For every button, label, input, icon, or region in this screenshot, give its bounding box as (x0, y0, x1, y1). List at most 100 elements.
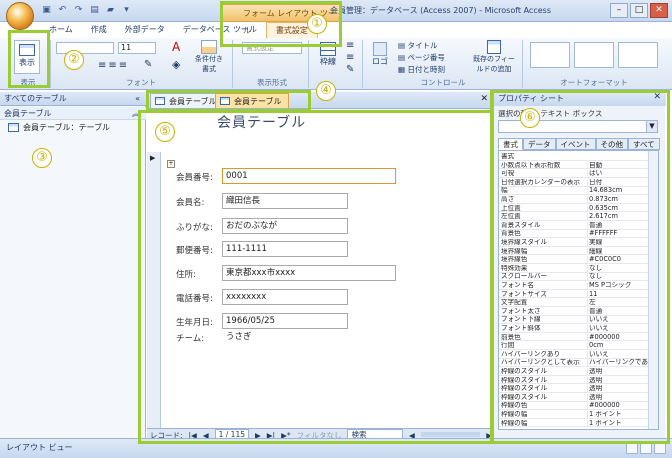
property-value[interactable]: 11 (587, 290, 649, 298)
property-row[interactable]: 枠線の幅 1 ポイント (499, 419, 649, 428)
property-row[interactable]: 境界線色 #C0C0C0 (499, 256, 649, 264)
open-icon[interactable]: ▰ (104, 4, 117, 17)
property-row[interactable]: 枠線のスタイル 透明 (499, 393, 649, 402)
property-row[interactable]: 境界線スタイル 実線 (499, 239, 649, 247)
tab-all-props[interactable]: すべて (628, 138, 660, 150)
form-view-button[interactable] (626, 442, 638, 454)
close-button[interactable]: ✕ (650, 3, 668, 18)
office-button[interactable] (6, 2, 34, 30)
property-row[interactable]: フォントサイズ 11 (499, 290, 649, 299)
property-value[interactable]: 0cm (587, 342, 649, 350)
add-existing-fields-button[interactable]: 既存のフィールドの追加 (470, 40, 518, 74)
tab-external-data[interactable]: 外部データ (116, 22, 174, 38)
gridlines-button[interactable]: 枠線 (314, 42, 342, 67)
horizontal-scrollbar[interactable] (420, 429, 481, 437)
property-value[interactable]: なし (587, 273, 649, 281)
property-row[interactable]: 可視 はい (499, 170, 649, 178)
property-value[interactable]: MS Pゴシック (587, 282, 649, 289)
property-row[interactable]: 枠線の幅 1 ポイント (499, 411, 649, 419)
property-value[interactable]: 実線 (587, 239, 649, 246)
property-value[interactable]: 細線 (587, 247, 649, 255)
property-value[interactable]: 透明 (587, 368, 649, 375)
tab-event-props[interactable]: イベント (555, 138, 596, 150)
property-row[interactable]: フォント太さ 普通 (499, 307, 649, 316)
property-value[interactable]: 14.683cm (587, 187, 649, 195)
autoformat-option-3[interactable] (618, 42, 658, 68)
nav-collapse-icon[interactable]: « (135, 92, 140, 106)
date-time-button[interactable]: ▦ 日付と時刻 (398, 64, 445, 76)
property-value[interactable]: #FFFFFF (587, 230, 649, 238)
field-input[interactable]: 東京都xxx市xxxx (222, 265, 396, 281)
redo-icon[interactable]: ↷ (72, 4, 85, 17)
tab-other-props[interactable]: その他 (595, 138, 628, 150)
customize-qat-icon[interactable]: ▾ (120, 4, 133, 17)
doc-tab-table[interactable]: 会員テーブル (150, 93, 224, 108)
nav-item-table[interactable]: 会員テーブル：テーブル (8, 122, 110, 133)
property-value[interactable]: #000000 (587, 402, 649, 410)
undo-icon[interactable]: ↶ (56, 4, 69, 17)
property-value[interactable]: はい (587, 170, 649, 178)
property-value[interactable]: ハイパーリンクであ (587, 359, 649, 367)
property-row[interactable]: 枠線のスタイル 透明 (499, 385, 649, 393)
title-button[interactable]: ▤ タイトル (398, 40, 445, 52)
property-row[interactable]: 枠線の色 #000000 (499, 402, 649, 411)
font-color-icon[interactable]: A (172, 40, 180, 54)
tab-data-props[interactable]: データ (523, 138, 556, 150)
conditional-format-button[interactable]: 条件付き書式 (194, 40, 224, 74)
property-row[interactable]: 背景スタイル 普通 (499, 221, 649, 230)
property-value[interactable]: 左 (587, 299, 649, 307)
save-icon[interactable]: ▣ (40, 4, 53, 17)
doc-tab-form[interactable]: 会員テーブル (215, 93, 289, 108)
vertical-scrollbar[interactable] (648, 151, 658, 429)
field-input[interactable]: おだのぶなが (222, 218, 348, 234)
tab-create[interactable]: 作成 (82, 22, 116, 38)
autoformat-option-2[interactable] (574, 42, 614, 68)
layout-view-button[interactable] (640, 442, 652, 454)
field-input[interactable]: うさぎ (222, 329, 348, 345)
minimize-button[interactable]: – (610, 3, 628, 18)
property-value[interactable]: いいえ (587, 316, 649, 324)
nav-pane-header[interactable]: すべてのテーブル « (0, 92, 146, 106)
close-doc-icon[interactable]: ✕ (480, 94, 488, 104)
property-value[interactable]: 透明 (587, 393, 649, 401)
property-row[interactable]: ハイパーリンクあり いいえ (499, 350, 649, 359)
record-selector[interactable]: ▶ (147, 152, 161, 428)
field-input[interactable]: 1966/05/25 (222, 313, 348, 329)
property-row[interactable]: 高さ 0.873cm (499, 196, 649, 204)
property-row[interactable]: 背景色 #FFFFFF (499, 230, 649, 239)
property-row[interactable]: フォント下線 いいえ (499, 316, 649, 325)
property-row[interactable]: 小数点以下表示桁数 自動 (499, 161, 649, 170)
format-painter-icon[interactable]: ✎ (144, 59, 152, 70)
property-value[interactable]: 0.873cm (587, 196, 649, 203)
property-value[interactable]: 透明 (587, 385, 649, 393)
property-row[interactable]: ハイパーリンクとして表示 ハイパーリンクであ (499, 359, 649, 368)
nav-group-header[interactable]: 会員テーブル ︽ (0, 107, 146, 120)
property-row[interactable]: 文字配置 左 (499, 299, 649, 307)
property-row[interactable]: 書式 (499, 153, 649, 161)
maximize-button[interactable]: □ (630, 3, 648, 18)
font-size-combo[interactable]: 11 (118, 42, 156, 54)
autoformat-option-1[interactable] (530, 42, 570, 68)
page-number-button[interactable]: ▤ ページ番号 (398, 52, 445, 64)
property-row[interactable]: 枠線のスタイル 透明 (499, 376, 649, 385)
property-value[interactable]: いいえ (587, 350, 649, 358)
field-input[interactable]: 111-1111 (222, 241, 348, 257)
design-view-button[interactable] (654, 442, 666, 454)
property-row[interactable]: 日付選択カレンダーの表示 日付 (499, 178, 649, 187)
property-row[interactable]: フォント名 MS Pゴシック (499, 282, 649, 290)
field-input[interactable]: xxxxxxxx (222, 289, 348, 305)
property-row[interactable]: 左位置 2.617cm (499, 213, 649, 221)
layout-move-handle[interactable]: + (167, 160, 175, 168)
number-format-combo[interactable]: 書式設定 (242, 42, 302, 54)
property-value[interactable]: #000000 (587, 333, 649, 341)
fill-color-icon[interactable]: ◈ (172, 58, 180, 71)
chevron-up-icon[interactable]: ︽ (132, 107, 140, 120)
property-value[interactable]: 普通 (587, 221, 649, 229)
property-value[interactable]: 2.617cm (587, 213, 649, 221)
property-value[interactable]: 自動 (587, 161, 649, 169)
property-row[interactable]: 前景色 #000000 (499, 333, 649, 342)
property-value[interactable]: なし (587, 264, 649, 272)
tab-database-tools[interactable]: データベース ツール (174, 22, 266, 38)
view-button[interactable]: 表示 (14, 40, 40, 74)
property-row[interactable]: 特殊効果 なし (499, 264, 649, 273)
